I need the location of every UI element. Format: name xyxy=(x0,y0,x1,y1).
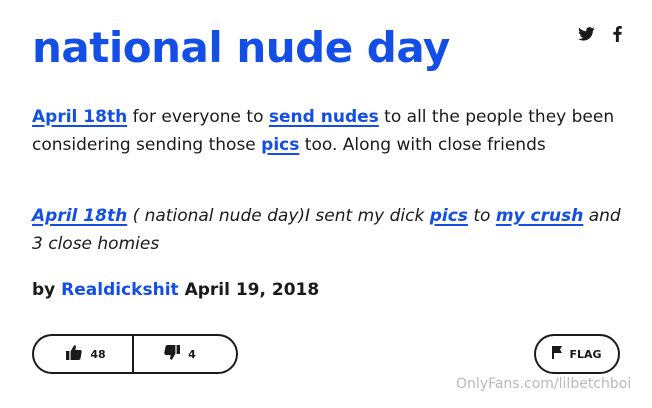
author-link[interactable]: Realdickshit xyxy=(61,280,178,300)
example-link-april-18th[interactable]: April 18th xyxy=(32,206,127,226)
thumbs-up-icon xyxy=(66,345,83,363)
thumbs-down-icon xyxy=(164,345,181,363)
facebook-icon[interactable] xyxy=(613,26,622,42)
example-text: to xyxy=(467,206,496,226)
upvote-count: 48 xyxy=(90,347,106,361)
example-link-pics[interactable]: pics xyxy=(430,206,468,226)
example-link-my-crush[interactable]: my crush xyxy=(496,206,584,226)
meaning-link-send-nudes[interactable]: send nudes xyxy=(269,107,379,127)
meaning-text: for everyone to xyxy=(127,107,269,127)
flag-icon xyxy=(552,346,563,362)
byline: by Realdickshit April 19, 2018 xyxy=(32,276,319,304)
share-icons xyxy=(578,26,622,42)
twitter-icon[interactable] xyxy=(578,27,595,41)
byline-prefix: by xyxy=(32,280,62,300)
watermark-text: OnlyFans.com/lilbetchboi xyxy=(456,376,632,392)
entry-example: April 18th ( national nude day)I sent my… xyxy=(32,202,622,258)
entry-title[interactable]: national nude day xyxy=(32,22,450,74)
flag-label: FLAG xyxy=(569,347,602,361)
meaning-link-april-18th[interactable]: April 18th xyxy=(32,107,127,127)
example-text: ( national nude day)I sent my dick xyxy=(127,206,430,226)
meaning-text: too. Along with close friends xyxy=(299,135,546,155)
entry-date: April 19, 2018 xyxy=(178,280,320,300)
flag-button[interactable]: FLAG xyxy=(534,334,620,374)
vote-buttons: 48 4 xyxy=(32,334,238,374)
downvote-count: 4 xyxy=(188,347,196,361)
definition-card: national nude day April 18th for everyon… xyxy=(0,0,652,408)
upvote-button[interactable]: 48 xyxy=(34,336,134,372)
entry-meaning: April 18th for everyone to send nudes to… xyxy=(32,103,622,159)
downvote-button[interactable]: 4 xyxy=(134,336,236,372)
meaning-link-pics[interactable]: pics xyxy=(261,135,299,155)
